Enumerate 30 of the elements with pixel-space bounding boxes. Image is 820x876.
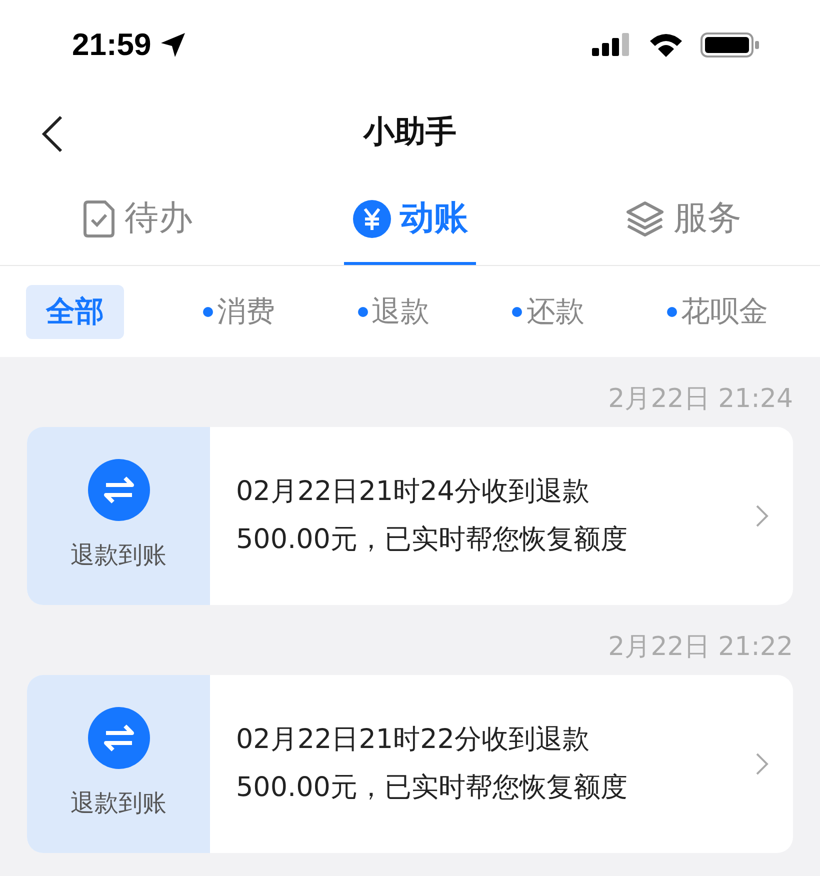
- checklist-icon: [80, 198, 117, 238]
- badge-label: 退款到账: [70, 788, 166, 819]
- tab[interactable]: 服务: [617, 175, 750, 265]
- tab[interactable]: 待办: [72, 175, 201, 265]
- status-time: 21:59: [72, 26, 152, 64]
- exchange-icon: [88, 707, 150, 769]
- battery-icon: [700, 32, 760, 58]
- yen-icon: [352, 198, 392, 238]
- message-card[interactable]: 退款到账 02月22日21时22分收到退款 500.00元，已实时帮您恢复额度: [27, 675, 793, 853]
- filter-chip[interactable]: 花呗金: [663, 284, 772, 338]
- badge-label: 退款到账: [70, 540, 166, 571]
- message-time: 2月22日 21:24: [608, 383, 793, 416]
- filter-chip[interactable]: 还款: [508, 284, 588, 338]
- filter-chip[interactable]: 全部: [26, 284, 124, 338]
- chevron-right-icon: [755, 752, 769, 776]
- layers-icon: [625, 200, 666, 238]
- message-time: 2月22日 21:22: [608, 631, 793, 664]
- page-title: 小助手: [364, 113, 456, 152]
- filter-chip[interactable]: 消费: [198, 284, 279, 338]
- chevron-right-icon: [755, 504, 769, 528]
- signal-icon: [592, 33, 632, 57]
- back-icon: [41, 115, 63, 153]
- wifi-icon: [648, 32, 684, 58]
- message-card[interactable]: 退款到账 02月22日21时24分收到退款 500.00元，已实时帮您恢复额度: [27, 427, 793, 605]
- tab[interactable]: 动账: [344, 175, 476, 265]
- message-text: 02月22日21时22分收到退款 500.00元，已实时帮您恢复额度: [236, 723, 628, 805]
- filter-chip[interactable]: 退款: [354, 284, 434, 338]
- exchange-icon: [88, 459, 150, 521]
- message-text: 02月22日21时24分收到退款 500.00元，已实时帮您恢复额度: [236, 475, 628, 557]
- location-arrow-icon: [159, 31, 188, 59]
